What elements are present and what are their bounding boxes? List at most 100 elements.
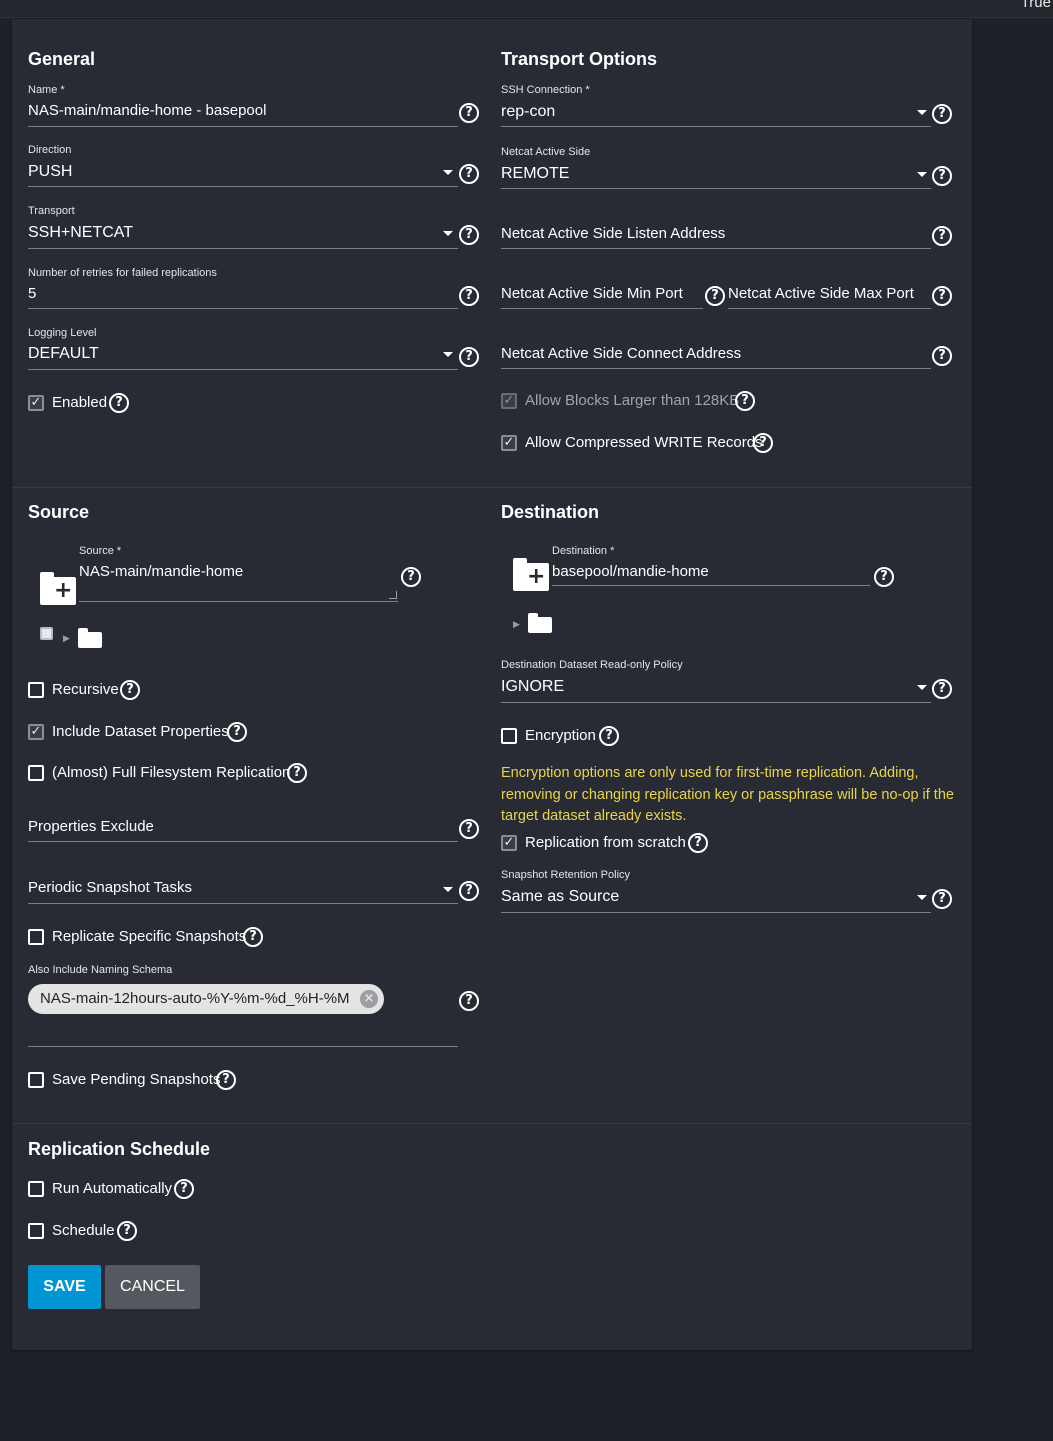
caret-down-icon[interactable] — [443, 887, 453, 892]
help-icon[interactable]: ? — [459, 286, 479, 306]
save-pending-label: Save Pending Snapshots — [52, 1071, 221, 1088]
help-icon[interactable]: ? — [459, 103, 479, 123]
cancel-circle-icon[interactable]: × — [360, 990, 378, 1008]
folder-plus-icon[interactable]: + — [40, 572, 76, 605]
max-port-input[interactable]: Netcat Active Side Max Port — [728, 285, 914, 302]
readonly-policy-underline — [501, 702, 931, 703]
help-icon[interactable]: ? — [932, 679, 952, 699]
help-icon[interactable]: ? — [216, 1070, 236, 1090]
min-port-underline — [501, 308, 703, 309]
help-icon[interactable]: ? — [932, 889, 952, 909]
cancel-button[interactable]: CANCEL — [105, 1265, 200, 1309]
transport-select[interactable]: SSH+NETCAT — [28, 224, 133, 242]
from-scratch-label: Replication from scratch — [525, 834, 686, 851]
help-icon[interactable]: ? — [459, 347, 479, 367]
encryption-checkbox[interactable] — [501, 728, 517, 744]
help-icon[interactable]: ? — [243, 927, 263, 947]
retries-input[interactable]: 5 — [28, 285, 36, 302]
help-icon[interactable]: ? — [932, 346, 952, 366]
help-icon[interactable]: ? — [459, 991, 479, 1011]
readonly-policy-select[interactable]: IGNORE — [501, 678, 564, 696]
recursive-checkbox[interactable] — [28, 682, 44, 698]
naming-schema-underline — [28, 1046, 458, 1047]
schedule-label: Schedule — [52, 1222, 115, 1239]
large-block-checkbox[interactable]: ✓ — [501, 393, 517, 409]
listen-address-input[interactable]: Netcat Active Side Listen Address — [501, 225, 725, 242]
help-icon[interactable]: ? — [287, 763, 307, 783]
help-icon[interactable]: ? — [459, 164, 479, 184]
help-icon[interactable]: ? — [735, 391, 755, 411]
encryption-warning: Encryption options are only used for fir… — [501, 765, 954, 824]
name-underline — [28, 126, 458, 127]
help-icon[interactable]: ? — [705, 286, 725, 306]
retention-select[interactable]: Same as Source — [501, 888, 619, 906]
help-icon[interactable]: ? — [174, 1179, 194, 1199]
connect-address-input[interactable]: Netcat Active Side Connect Address — [501, 345, 741, 362]
expand-arrow-icon[interactable]: ▶ — [63, 633, 70, 644]
caret-down-icon[interactable] — [917, 895, 927, 900]
help-icon[interactable]: ? — [932, 226, 952, 246]
source-input[interactable]: NAS-main/mandie-home — [79, 563, 243, 580]
caret-down-icon[interactable] — [443, 170, 453, 175]
save-pending-checkbox[interactable] — [28, 1072, 44, 1088]
help-icon[interactable]: ? — [932, 104, 952, 124]
netcat-side-select[interactable]: REMOTE — [501, 165, 569, 183]
help-icon[interactable]: ? — [688, 833, 708, 853]
resize-handle[interactable] — [389, 591, 397, 599]
direction-select[interactable]: PUSH — [28, 163, 72, 181]
help-icon[interactable]: ? — [599, 726, 619, 746]
folder-plus-icon[interactable]: + — [513, 558, 549, 591]
help-icon[interactable]: ? — [874, 567, 894, 587]
source-label: Source * — [79, 545, 122, 557]
help-icon[interactable]: ? — [401, 567, 421, 587]
tree-node-checkbox[interactable] — [40, 627, 53, 640]
logging-select[interactable]: DEFAULT — [28, 345, 99, 363]
folder-icon[interactable] — [78, 628, 102, 648]
replicate-specific-checkbox[interactable] — [28, 929, 44, 945]
help-icon[interactable]: ? — [932, 286, 952, 306]
connect-address-underline — [501, 368, 931, 369]
caret-down-icon[interactable] — [917, 172, 927, 177]
help-icon[interactable]: ? — [227, 722, 247, 742]
schedule-checkbox[interactable] — [28, 1223, 44, 1239]
expand-arrow-icon[interactable]: ▶ — [513, 619, 520, 630]
encryption-label: Encryption — [525, 727, 596, 744]
include-props-checkbox[interactable]: ✓ — [28, 724, 44, 740]
schedule-heading: Replication Schedule — [28, 1139, 211, 1159]
compressed-checkbox[interactable]: ✓ — [501, 435, 517, 451]
help-icon[interactable]: ? — [109, 393, 129, 413]
naming-schema-label: Also Include Naming Schema — [28, 964, 173, 976]
destination-input[interactable]: basepool/mandie-home — [552, 563, 709, 580]
ssh-connection-select[interactable]: rep-con — [501, 103, 555, 121]
folder-icon[interactable] — [528, 613, 552, 633]
help-icon[interactable]: ? — [120, 680, 140, 700]
direction-label: Direction — [28, 144, 72, 156]
logging-underline — [28, 369, 458, 370]
properties-exclude-input[interactable]: Properties Exclude — [28, 818, 154, 835]
from-scratch-checkbox[interactable]: ✓ — [501, 835, 517, 851]
run-auto-checkbox[interactable] — [28, 1181, 44, 1197]
direction-underline — [28, 186, 458, 187]
min-port-input[interactable]: Netcat Active Side Min Port — [501, 285, 683, 302]
ssh-connection-underline — [501, 126, 931, 127]
top-bar: True — [0, 0, 1053, 18]
destination-heading: Destination — [501, 502, 600, 522]
caret-down-icon[interactable] — [443, 231, 453, 236]
full-fs-checkbox[interactable] — [28, 765, 44, 781]
help-icon[interactable]: ? — [459, 225, 479, 245]
name-input[interactable]: NAS-main/mandie-home - basepool — [28, 102, 266, 119]
help-icon[interactable]: ? — [932, 166, 952, 186]
help-icon[interactable]: ? — [459, 881, 479, 901]
retries-label: Number of retries for failed replication… — [28, 267, 217, 279]
caret-down-icon[interactable] — [917, 110, 927, 115]
naming-schema-chip: NAS-main-12hours-auto-%Y-%m-%d_%H-%M × — [28, 984, 384, 1014]
enabled-checkbox[interactable]: ✓ — [28, 395, 44, 411]
save-button[interactable]: SAVE — [28, 1265, 101, 1309]
help-icon[interactable]: ? — [117, 1221, 137, 1241]
periodic-tasks-select[interactable]: Periodic Snapshot Tasks — [28, 879, 192, 896]
help-icon[interactable]: ? — [753, 433, 773, 453]
help-icon[interactable]: ? — [459, 819, 479, 839]
caret-down-icon[interactable] — [917, 685, 927, 690]
topbar-text: True — [1020, 0, 1051, 11]
caret-down-icon[interactable] — [443, 352, 453, 357]
